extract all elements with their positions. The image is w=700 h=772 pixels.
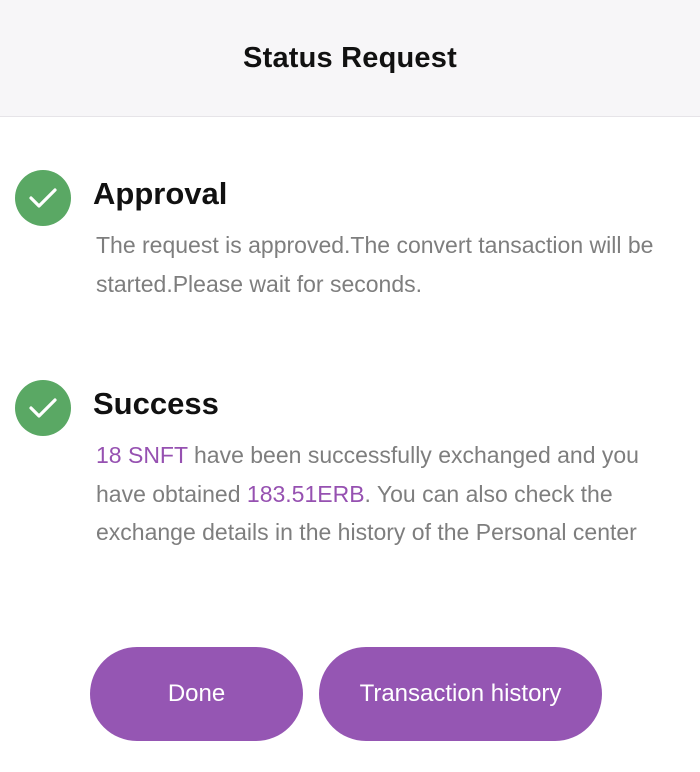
action-bar: Done Transaction history xyxy=(0,647,700,741)
success-title: Success xyxy=(93,386,219,421)
dialog-header: Status Request xyxy=(0,0,700,117)
transaction-history-button[interactable]: Transaction history xyxy=(319,647,602,741)
approval-title: Approval xyxy=(93,176,228,211)
success-description: 18 SNFT have been successfully exchanged… xyxy=(96,436,671,552)
check-circle-icon xyxy=(15,170,71,226)
erb-amount: 183.51ERB xyxy=(246,480,365,507)
done-button[interactable]: Done xyxy=(90,647,303,741)
check-circle-icon xyxy=(15,380,71,436)
page-title: Status Request xyxy=(243,41,457,74)
approval-description: The request is approved.The convert tans… xyxy=(96,232,654,297)
snft-amount: 18 SNFT xyxy=(96,442,188,468)
